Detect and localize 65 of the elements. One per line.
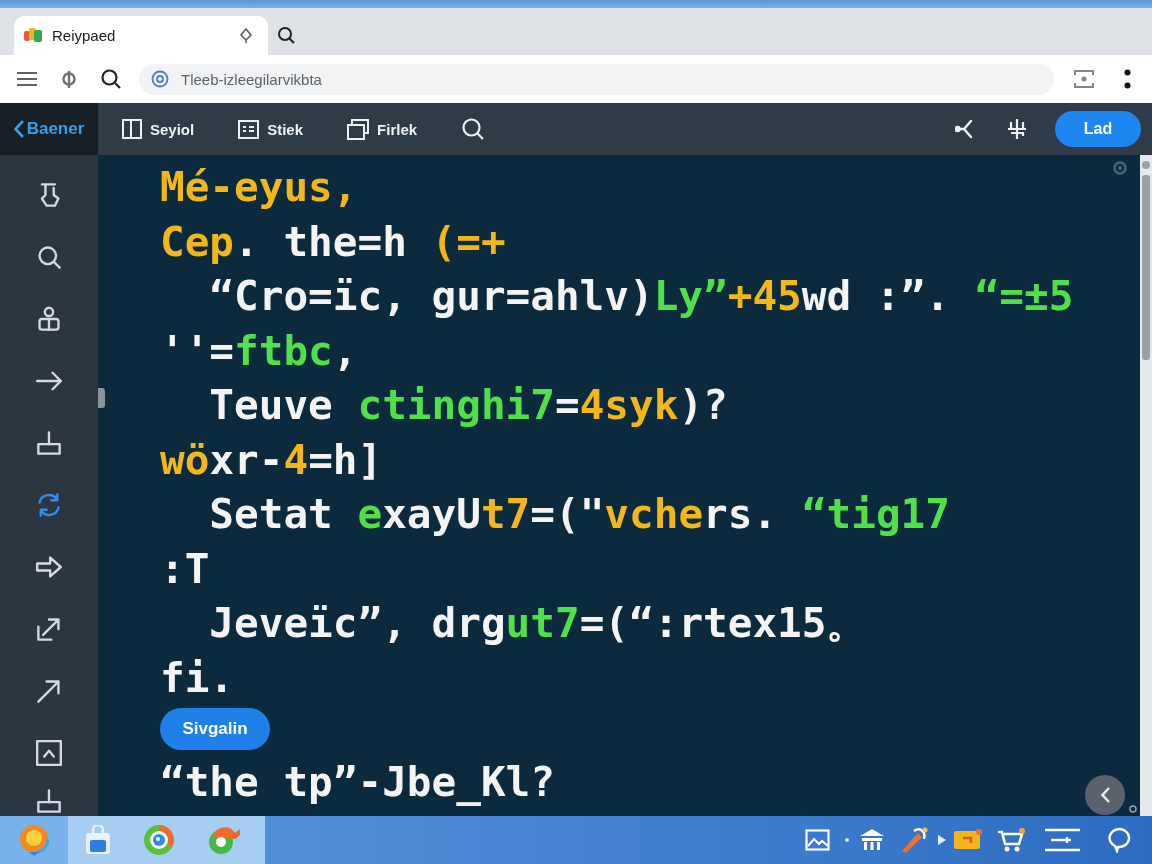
ring-icon xyxy=(1129,805,1137,813)
arrow-right-icon xyxy=(36,368,62,394)
swirl-icon[interactable] xyxy=(207,825,241,855)
code-line: Teuve ctinghi7=4syk)? xyxy=(209,380,728,431)
menu-icon[interactable] xyxy=(17,71,37,87)
code-line: “Cro=ïc, gur=ahlv)Ly”+45wd :”. “=±5 xyxy=(209,271,1074,322)
cart-icon[interactable] xyxy=(997,828,1025,852)
image-icon[interactable] xyxy=(805,829,830,851)
speech-bubble-icon[interactable] xyxy=(1108,827,1132,853)
ring-icon[interactable] xyxy=(1113,161,1127,175)
tab-title: Reiypaed xyxy=(52,27,117,44)
search-icon[interactable] xyxy=(462,118,485,140)
toolbar-button[interactable]: Seyiol xyxy=(122,119,195,139)
list-box-icon xyxy=(238,119,260,139)
chevron-left-icon xyxy=(1100,787,1110,803)
code-line: wöxr-4=h] xyxy=(160,434,383,486)
code-line: Mé-eyus, xyxy=(160,162,358,213)
ring-dot-icon xyxy=(151,70,169,88)
tray-icon xyxy=(36,430,62,456)
tray-icon xyxy=(36,788,62,814)
scan-icon[interactable] xyxy=(1074,70,1094,88)
address-field[interactable]: Tleeb-izleegilarvikbta xyxy=(139,63,1054,95)
code-line: Setat exayUt7=("vchers. “tig17 xyxy=(209,489,950,540)
dot-icon xyxy=(845,838,849,842)
code-line: Cep. the=h (=+ xyxy=(160,216,506,268)
scrollbar-thumb[interactable] xyxy=(1142,175,1150,360)
arrow-up-right-icon xyxy=(36,678,62,704)
search-icon[interactable] xyxy=(101,69,121,89)
action-button[interactable]: Sivgalin xyxy=(160,708,270,750)
browser-tab[interactable]: Reiypaed xyxy=(14,16,268,55)
pin-icon[interactable] xyxy=(238,27,254,44)
app-logo-icon xyxy=(24,27,42,44)
code-line: fi. xyxy=(160,652,235,704)
pen-icon[interactable] xyxy=(900,827,928,853)
corner-arrow-icon xyxy=(36,616,62,642)
branch-icon[interactable] xyxy=(955,119,975,139)
more-vertical-icon[interactable] xyxy=(1124,69,1131,89)
scrollbar[interactable] xyxy=(1140,155,1152,816)
sliders-icon[interactable] xyxy=(1045,828,1080,852)
circle-app-icon[interactable] xyxy=(143,824,175,856)
panel-icon xyxy=(122,119,142,139)
code-line: :T xyxy=(160,543,210,595)
chevron-left-icon xyxy=(13,120,24,138)
layers-icon xyxy=(347,118,370,140)
play-icon[interactable] xyxy=(938,835,946,845)
toolbar-button[interactable]: Firlek xyxy=(347,118,418,140)
sync-icon xyxy=(36,492,62,518)
crossbar-icon[interactable] xyxy=(1007,118,1027,140)
building-icon[interactable] xyxy=(860,829,884,851)
bag-icon[interactable] xyxy=(85,825,111,855)
search-icon xyxy=(36,244,62,270)
arrow-outline-icon xyxy=(36,554,62,580)
people-icon xyxy=(36,306,62,332)
dot-icon xyxy=(1142,161,1150,169)
code-line: “the tp”-Jbe_Kl? xyxy=(160,757,555,808)
back-button[interactable] xyxy=(1085,775,1125,815)
ticket-icon[interactable] xyxy=(954,829,982,851)
resize-handle[interactable] xyxy=(98,388,105,408)
primary-button[interactable]: Lad xyxy=(1055,111,1141,147)
code-line: Jeveïc”, drgut7=(“:rtex15。 xyxy=(209,598,868,649)
toolbar-button[interactable]: Stiek xyxy=(238,119,304,139)
code-line: ''=ftbc, xyxy=(160,325,358,377)
split-circle-icon[interactable] xyxy=(61,70,77,88)
search-icon[interactable] xyxy=(278,27,295,44)
back-link[interactable]: Baener xyxy=(0,103,98,155)
